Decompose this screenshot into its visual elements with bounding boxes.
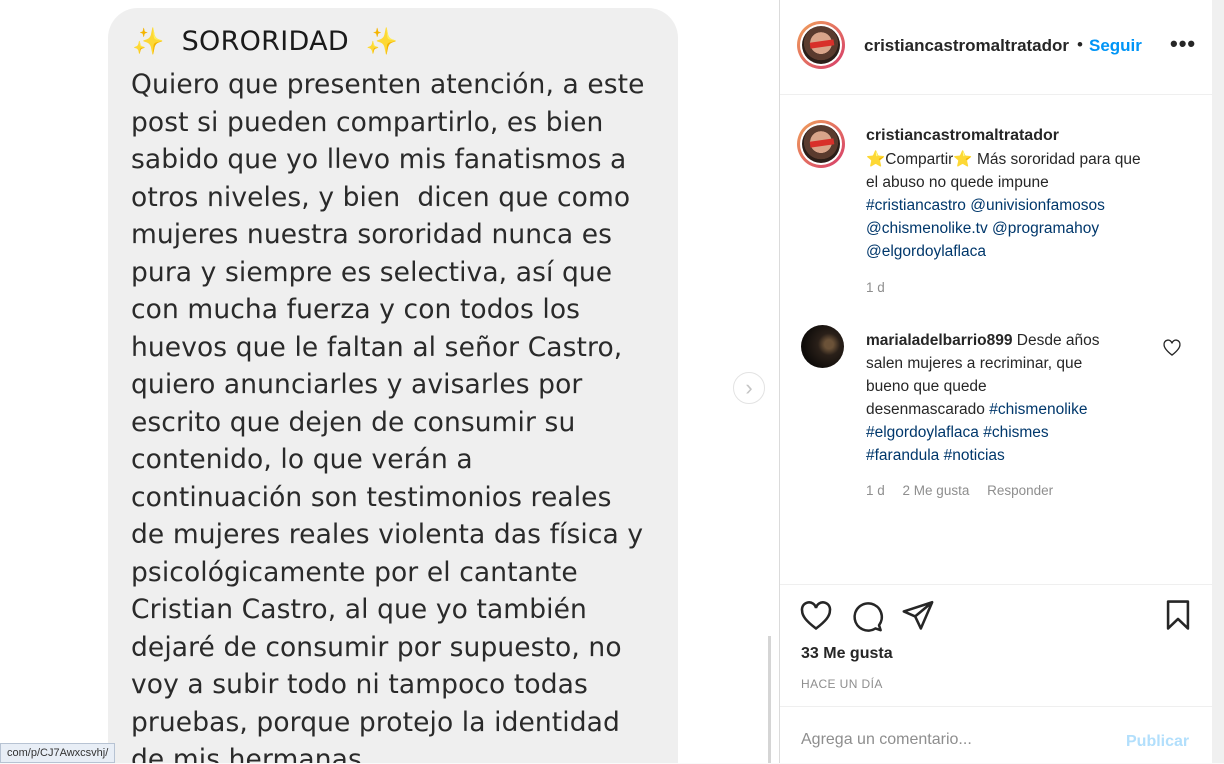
avatar-image — [802, 26, 840, 64]
post-body-line: sabido que yo llevo mis fanatismos a — [131, 144, 627, 175]
comment-time[interactable]: 1 d — [866, 483, 885, 498]
publish-button[interactable]: Publicar — [1126, 733, 1189, 751]
hashtag-link[interactable]: #chismenolike — [989, 401, 1087, 418]
mention-link[interactable]: @univisionfamosos — [970, 197, 1105, 214]
comment-body: desenmascarado — [866, 401, 985, 418]
scrollbar[interactable] — [768, 636, 771, 763]
comment-likes[interactable]: 2 Me gusta — [903, 483, 970, 498]
post-body-line: mujeres nuestra sororidad nunca es — [131, 219, 613, 250]
post-body-text: Quiero que presenten atención, a este po… — [131, 66, 661, 763]
caption-line: ⭐Compartir⭐ Más sororidad para que — [866, 151, 1141, 168]
reply-button[interactable]: Responder — [987, 483, 1053, 498]
comment-bubble-icon[interactable] — [850, 599, 884, 633]
caption-time[interactable]: 1 d — [866, 280, 885, 295]
post-body-line: dejaré de consumir por supuesto, no — [131, 631, 622, 663]
post-body-line: con mucha fuerza y con todos los — [131, 294, 581, 325]
window-right-margin — [1212, 0, 1224, 763]
avatar[interactable] — [797, 21, 845, 69]
like-comment-heart-icon[interactable] — [1162, 338, 1182, 358]
sparkle-icon: ✨ — [365, 27, 399, 57]
post-body-line: psicológicamente por el cantante — [131, 556, 578, 588]
post-body-line: Cristian Castro, al que yo también — [131, 594, 587, 625]
caption-avatar[interactable] — [797, 120, 845, 168]
avatar-ring — [800, 123, 842, 165]
hashtag-link[interactable]: #chismes — [983, 424, 1048, 441]
post-side-panel: cristiancastromaltratador • Seguir ••• c… — [780, 0, 1212, 763]
post-body-line: otros niveles, y bien dicen que como — [131, 181, 631, 213]
caption-line: el abuso no quede impune — [866, 174, 1049, 191]
comment-tags-line: #elgordoylaflaca #chismes — [866, 421, 1166, 444]
comment-line: bueno que quede — [866, 378, 987, 395]
comment-line: desenmascarado #chismenolike — [866, 398, 1166, 421]
hashtag-link[interactable]: #noticias — [944, 447, 1005, 464]
post-body-line: Quiero que presenten atención, a este — [131, 69, 645, 100]
sparkle-icon: ✨ — [132, 27, 165, 57]
header-username[interactable]: cristiancastromaltratador — [864, 36, 1069, 56]
caption-username[interactable]: cristiancastromaltratador — [866, 127, 1059, 145]
post-body-line: quiero anunciarles y avisarles por — [131, 369, 583, 400]
post-title-text: SORORIDAD — [181, 26, 349, 57]
post-timestamp[interactable]: HACE UN DÍA — [801, 677, 883, 691]
post-body-line: huevos que le faltan al señor Castro, — [131, 331, 623, 363]
share-paper-plane-icon[interactable] — [901, 598, 935, 632]
like-heart-icon[interactable] — [799, 599, 833, 633]
post-body-line: de mis hermanas. — [131, 744, 371, 763]
comment-username[interactable]: marialadelbarrio899 — [866, 332, 1012, 349]
post-media: ✨ SORORIDAD ✨ Quiero que presenten atenc… — [0, 0, 779, 763]
post-body-line: escrito que dejen de consumir su — [131, 406, 576, 438]
next-slide-button[interactable]: › — [733, 372, 765, 404]
more-options-icon[interactable]: ••• — [1170, 31, 1196, 57]
post-body-line: continuación son testimonios reales — [131, 481, 612, 513]
commenter-avatar[interactable] — [801, 325, 844, 368]
comment-tags-line: #farandula #noticias — [866, 444, 1166, 467]
caption-tags-line: @chismenolike.tv @programahoy — [866, 217, 1196, 240]
post-body-line: voy a subir todo ni tampoco todas — [131, 669, 588, 700]
caption-text: ⭐Compartir⭐ Más sororidad para que el ab… — [866, 148, 1196, 263]
mention-link[interactable]: @programahoy — [992, 220, 1099, 237]
comment-text: marialadelbarrio899 Desde años salen muj… — [866, 329, 1166, 467]
separator-dot: • — [1077, 35, 1083, 54]
comment-input[interactable] — [801, 731, 1101, 749]
post-body-line: post si pueden compartirlo, es bien — [131, 106, 604, 138]
mention-link[interactable]: @chismenolike.tv — [866, 220, 988, 237]
comment-line: salen mujeres a recriminar, que — [866, 355, 1083, 372]
post-body-line: contenido, lo que verán a — [131, 444, 473, 475]
hashtag-link[interactable]: #elgordoylaflaca — [866, 424, 979, 441]
avatar-ring — [800, 24, 842, 66]
comment-meta: 1 d 2 Me gusta Responder — [866, 483, 1067, 498]
post-header: cristiancastromaltratador • Seguir ••• — [780, 0, 1212, 95]
caption-tags-line: @elgordoylaflaca — [866, 240, 1196, 263]
post-title: ✨ SORORIDAD ✨ — [132, 26, 399, 57]
hashtag-link[interactable]: #farandula — [866, 447, 939, 464]
add-comment-bar: Publicar — [780, 706, 1212, 764]
browser-status-url: com/p/CJ7Awxcsvhj/ — [0, 743, 116, 763]
likes-count[interactable]: 33 Me gusta — [801, 645, 893, 663]
comment-body: Desde años — [1016, 332, 1100, 349]
hashtag-link[interactable]: #cristiancastro — [866, 197, 966, 214]
comment-line: marialadelbarrio899 Desde años — [866, 329, 1166, 352]
save-bookmark-icon[interactable] — [1161, 598, 1195, 632]
avatar-image — [802, 125, 840, 163]
post-body-line: de mujeres reales violenta das física y — [131, 519, 644, 550]
mention-link[interactable]: @elgordoylaflaca — [866, 243, 986, 260]
follow-button[interactable]: Seguir — [1089, 36, 1142, 56]
caption-tags-line: #cristiancastro @univisionfamosos — [866, 194, 1196, 217]
chevron-right-icon: › — [745, 375, 753, 400]
post-body-line: pruebas, porque protejo la identidad — [131, 706, 620, 738]
post-body-line: pura y siempre es selectiva, así que — [131, 256, 613, 288]
